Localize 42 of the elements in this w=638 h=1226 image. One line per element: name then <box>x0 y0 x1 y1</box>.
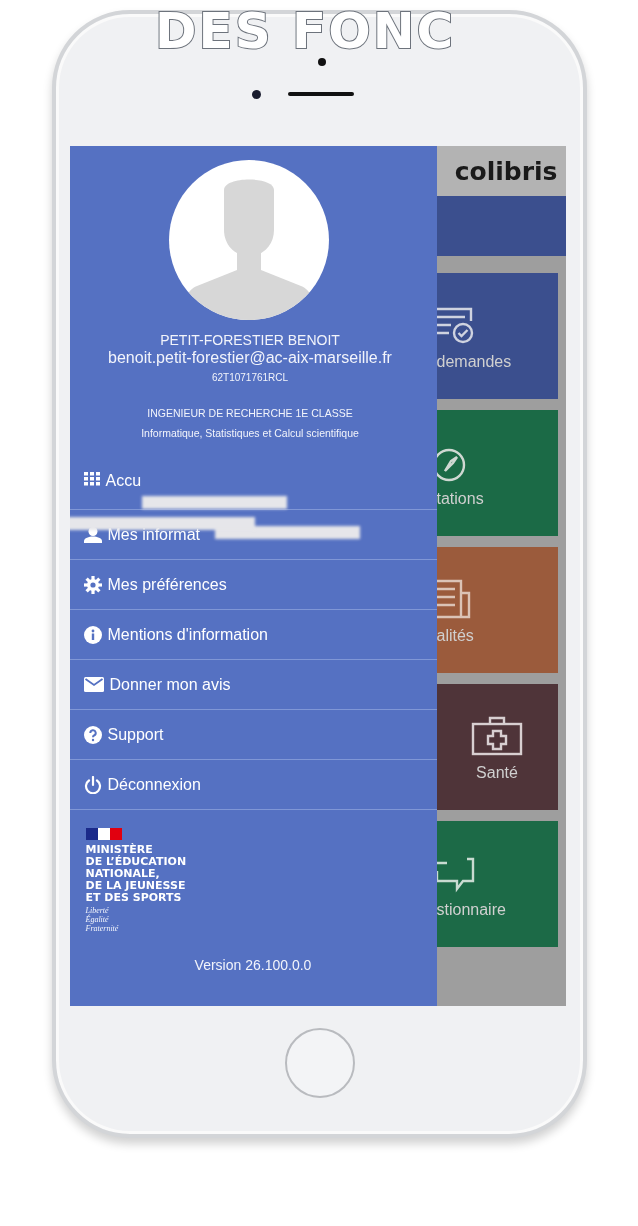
tile-label: Santé <box>476 764 518 782</box>
flag-logo <box>85 828 122 840</box>
user-specialty: Informatique, Statistiques et Calcul scientifique <box>141 427 359 439</box>
menu-item[interactable]: Donner mon avis <box>69 660 437 710</box>
speaker-slot <box>288 92 354 96</box>
user-name: PETIT-FORESTIER BENOIT <box>160 332 340 348</box>
app-title: colibris <box>454 156 558 186</box>
tile-label: alités <box>436 627 475 645</box>
medical-kit-icon <box>471 716 523 756</box>
menu-item[interactable]: Accu <box>69 469 437 510</box>
menu-item[interactable]: Support <box>69 710 437 760</box>
banner-heading: DES FONC <box>155 2 456 60</box>
user-email: benoit.petit-forestier@ac-aix-marseille.fr <box>108 349 392 367</box>
app-tile[interactable]: demandes <box>436 273 558 399</box>
camera-dot <box>318 58 326 66</box>
sensor-dot <box>252 90 261 99</box>
tile-label: stionnaire <box>436 901 507 919</box>
grid-icon <box>83 472 100 486</box>
gear-icon <box>83 575 102 594</box>
menu-item[interactable]: Mes préférences <box>69 560 437 610</box>
menu-item[interactable]: Déconnexion <box>69 760 437 810</box>
user-grade: INGENIEUR DE RECHERCHE 1E CLASSE <box>147 407 353 419</box>
power-icon <box>83 775 102 794</box>
tile-label: tations <box>436 490 485 508</box>
newspaper-icon <box>436 579 471 619</box>
tile-label: demandes <box>436 353 513 371</box>
app-tile[interactable]: Santé <box>436 684 558 810</box>
menu-item[interactable]: Mentions d'information <box>69 610 437 660</box>
version-text: Version 26.100.0.0 <box>194 957 312 973</box>
app-tile[interactable]: alités <box>436 547 558 673</box>
info-icon <box>83 625 102 644</box>
compass-icon <box>436 448 467 482</box>
mail-icon <box>83 677 104 692</box>
app-tile[interactable]: tations <box>436 410 558 536</box>
motto-text: Liberté Égalité Fraternité <box>85 906 119 933</box>
chat-icon <box>436 857 475 893</box>
user-id: 62T1071761RCL <box>211 372 289 383</box>
ministry-name: MINISTÈRE DE L’ÉDUCATION NATIONALE, DE LA JEUNESSE ET DES SPORTS <box>85 844 187 904</box>
help-icon <box>83 725 102 744</box>
form-check-icon <box>436 305 475 345</box>
app-tile[interactable]: stionnaire <box>436 821 558 947</box>
menu-item[interactable]: Mes informat <box>69 510 437 560</box>
